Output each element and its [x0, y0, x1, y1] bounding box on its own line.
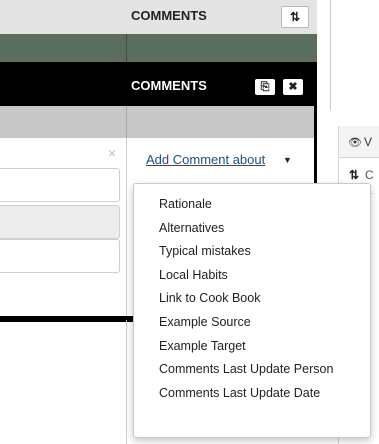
- menu-item-link-to-cook-book[interactable]: Link to Cook Book: [134, 287, 370, 311]
- sort-icon[interactable]: ⇅: [349, 168, 359, 182]
- close-icon[interactable]: ✖: [283, 79, 303, 95]
- chevron-down-icon[interactable]: ▼: [283, 155, 292, 165]
- side-panel-visible-text: V: [364, 135, 373, 149]
- comment-field[interactable]: [0, 205, 120, 239]
- menu-item-comments-last-update-person[interactable]: Comments Last Update Person: [134, 358, 370, 382]
- panel-divider: [330, 0, 331, 110]
- eye-icon[interactable]: 👁: [348, 136, 362, 149]
- column-divider: [126, 34, 127, 62]
- menu-item-example-source[interactable]: Example Source: [134, 311, 370, 335]
- comment-field[interactable]: [0, 239, 120, 273]
- menu-item-local-habits[interactable]: Local Habits: [134, 264, 370, 288]
- menu-item-comments-last-update-date[interactable]: Comments Last Update Date: [134, 382, 370, 406]
- toolbar-divider: [126, 106, 127, 138]
- background-header-title: COMMENTS: [131, 8, 207, 23]
- menu-item-typical-mistakes[interactable]: Typical mistakes: [134, 240, 370, 264]
- menu-item-rationale[interactable]: Rationale: [134, 193, 370, 217]
- menu-item-alternatives[interactable]: Alternatives: [134, 217, 370, 241]
- menu-item-example-target[interactable]: Example Target: [134, 335, 370, 359]
- comment-field[interactable]: [0, 168, 120, 202]
- sort-icon[interactable]: ⇅: [281, 6, 309, 28]
- header-green-band: [0, 34, 317, 62]
- dialog-title: COMMENTS: [131, 78, 207, 93]
- side-panel-text-c: C: [365, 168, 374, 182]
- add-comment-menu: Rationale Alternatives Typical mistakes …: [133, 183, 371, 438]
- dialog-toolbar: [0, 106, 314, 138]
- dismiss-icon[interactable]: ×: [108, 145, 116, 161]
- copy-icon[interactable]: ⎘: [255, 79, 275, 95]
- add-comment-dropdown[interactable]: Add Comment about: [146, 152, 265, 167]
- body-divider: [126, 138, 127, 444]
